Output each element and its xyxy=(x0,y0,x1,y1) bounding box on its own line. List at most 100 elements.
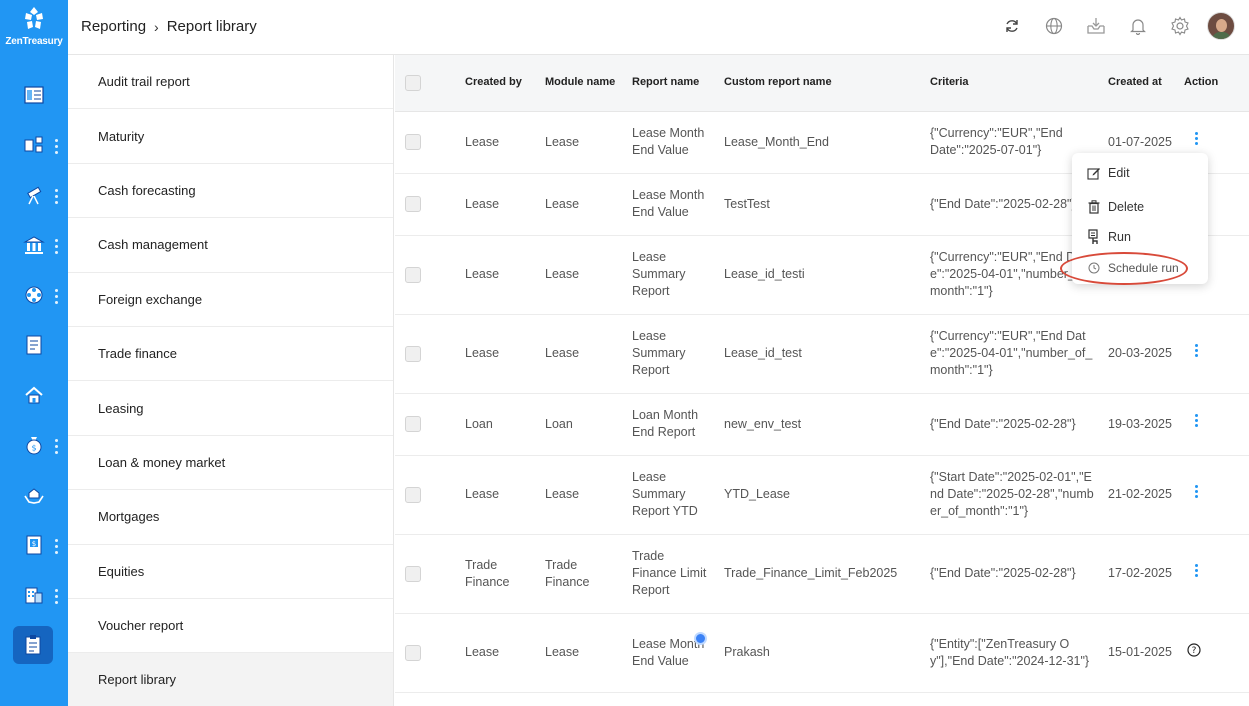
cell-custom-report-name: new_env_test xyxy=(718,393,924,456)
globe-icon[interactable] xyxy=(1043,15,1065,37)
table-row[interactable]: Lease Lease Lease Summary Report YTD YTD… xyxy=(395,455,1249,535)
menu-item-run-label: Run xyxy=(1108,230,1131,244)
inbox-download-icon[interactable] xyxy=(1085,15,1107,37)
refresh-icon[interactable] xyxy=(1001,15,1023,37)
cell-created-by: Lease xyxy=(453,314,539,394)
rail-expand-dots-icon[interactable] xyxy=(53,288,59,304)
menu-item-delete[interactable]: Delete xyxy=(1086,199,1144,215)
svg-text:$: $ xyxy=(32,540,36,548)
cell-created-at: 20-03-2025 xyxy=(1102,314,1178,394)
report-item-cash-forecasting[interactable]: Cash forecasting xyxy=(68,164,393,219)
menu-item-edit[interactable]: Edit xyxy=(1086,165,1130,181)
cell-created-at: 15-01-2025 xyxy=(1102,613,1178,693)
report-item-report-library[interactable]: Report library xyxy=(68,653,393,706)
rail-leasing-house-icon[interactable] xyxy=(14,377,54,413)
rail-loan-moneybag-icon[interactable]: $ xyxy=(14,427,54,463)
run-document-icon xyxy=(1086,229,1102,245)
cell-report-name: Lease Summary Report YTD xyxy=(626,455,718,535)
edit-pencil-icon xyxy=(1086,165,1102,181)
cell-created-by: Lease xyxy=(453,455,539,535)
rail-mortgage-hands-icon[interactable] xyxy=(14,477,54,513)
rail-expand-dots-icon[interactable] xyxy=(53,438,59,454)
breadcrumb-parent[interactable]: Reporting xyxy=(81,18,146,35)
bell-icon[interactable] xyxy=(1127,15,1149,37)
row-actions-kebab-icon[interactable] xyxy=(1190,343,1202,359)
table-row[interactable]: Lease Lease Lease Month End Value Prakas… xyxy=(395,613,1249,693)
svg-text:$: $ xyxy=(31,444,36,453)
report-item-maturity[interactable]: Maturity xyxy=(68,109,393,164)
brand[interactable]: ZenTreasury xyxy=(0,4,68,47)
cell-module-name: Lease xyxy=(539,111,626,174)
cell-created-at: 19-03-2025 xyxy=(1102,393,1178,456)
row-actions-kebab-icon[interactable] xyxy=(1190,484,1202,500)
rail-dashboard-icon[interactable] xyxy=(14,77,54,113)
rail-bank-icon[interactable] xyxy=(14,227,54,263)
row-actions-kebab-icon[interactable] xyxy=(1190,414,1202,429)
row-checkbox[interactable] xyxy=(405,345,421,362)
report-item-cash-management[interactable]: Cash management xyxy=(68,218,393,273)
row-actions-kebab-icon[interactable] xyxy=(1190,132,1202,147)
cell-created-at: 21-02-2025 xyxy=(1102,455,1178,535)
cell-report-name: Lease Month End Value xyxy=(626,111,718,174)
row-checkbox[interactable] xyxy=(405,134,421,150)
report-item-leasing[interactable]: Leasing xyxy=(68,381,393,436)
cell-report-name: Trade Finance Limit Report xyxy=(626,534,718,614)
cell-created-by: Lease xyxy=(453,613,539,693)
row-checkbox[interactable] xyxy=(405,486,421,503)
trash-icon xyxy=(1086,199,1102,215)
row-checkbox[interactable] xyxy=(405,196,421,212)
rail-expand-dots-icon[interactable] xyxy=(53,238,59,254)
rail-voucher-building-icon[interactable] xyxy=(14,577,54,613)
header-custom-report-name[interactable]: Custom report name xyxy=(718,55,924,112)
row-checkbox[interactable] xyxy=(405,266,421,283)
cell-custom-report-name: TestTest xyxy=(718,173,924,236)
row-actions-kebab-icon[interactable] xyxy=(1190,563,1202,579)
table-row[interactable]: Loan Loan Loan Month End Report new_env_… xyxy=(395,393,1249,456)
cell-action: ? xyxy=(1178,613,1249,693)
table-row[interactable]: Lease Lease Lease Summary Report Lease_i… xyxy=(395,314,1249,394)
select-all-checkbox[interactable] xyxy=(405,74,421,91)
report-item-loan-money-market[interactable]: Loan & money market xyxy=(68,436,393,491)
cell-created-by: Trade Finance xyxy=(453,534,539,614)
rail-expand-dots-icon[interactable] xyxy=(53,538,59,554)
report-item-equities[interactable]: Equities xyxy=(68,545,393,599)
cell-report-name: Lease Summary Report xyxy=(626,235,718,315)
report-item-foreign-exchange[interactable]: Foreign exchange xyxy=(68,273,393,327)
table-row[interactable]: Trade Finance Trade Finance Trade Financ… xyxy=(395,534,1249,614)
report-item-voucher-report[interactable]: Voucher report xyxy=(68,599,393,654)
rail-expand-dots-icon[interactable] xyxy=(53,188,59,204)
report-item-mortgages[interactable]: Mortgages xyxy=(68,490,393,545)
cell-criteria: {"End Date":"2025-02-28"} xyxy=(924,393,1102,456)
rail-foreign-exchange-icon[interactable] xyxy=(14,277,54,313)
report-item-audit-trail[interactable]: Audit trail report xyxy=(68,55,393,110)
rail-modules-icon[interactable] xyxy=(14,127,54,163)
row-checkbox[interactable] xyxy=(405,416,421,432)
rail-equities-book-icon[interactable]: $ xyxy=(14,527,54,563)
header-module-name[interactable]: Module name xyxy=(539,55,626,112)
cell-created-by: Lease xyxy=(453,235,539,315)
rail-expand-dots-icon[interactable] xyxy=(53,588,59,604)
rail-forecast-telescope-icon[interactable] xyxy=(14,177,54,213)
menu-item-run[interactable]: Run xyxy=(1086,229,1131,245)
user-avatar[interactable] xyxy=(1207,12,1235,40)
row-checkbox[interactable] xyxy=(405,565,421,582)
highlight-annotation-oval xyxy=(1060,252,1188,285)
row-checkbox[interactable] xyxy=(405,644,421,661)
header-created-at[interactable]: Created at xyxy=(1102,55,1178,112)
rail-reporting-clipboard-icon[interactable] xyxy=(13,626,53,664)
cell-module-name: Trade Finance xyxy=(539,534,626,614)
nav-rail: ZenTreasury $ $ xyxy=(0,0,68,706)
report-item-trade-finance[interactable]: Trade finance xyxy=(68,327,393,382)
cell-custom-report-name: YTD_Lease xyxy=(718,455,924,535)
header-criteria[interactable]: Criteria xyxy=(924,55,1102,112)
cell-custom-report-name: Prakash xyxy=(718,613,924,693)
help-question-icon[interactable]: ? xyxy=(1187,643,1201,657)
cell-custom-report-name: Lease_id_test xyxy=(718,314,924,394)
header-report-name[interactable]: Report name xyxy=(626,55,718,112)
cell-criteria: {"Entity":["ZenTreasury Oy"],"End Date":… xyxy=(924,613,1102,693)
header-created-by[interactable]: Created by xyxy=(453,55,539,112)
settings-gear-icon[interactable] xyxy=(1169,15,1191,37)
rail-expand-dots-icon[interactable] xyxy=(53,138,59,154)
rail-trade-document-icon[interactable] xyxy=(14,327,54,363)
cell-created-by: Lease xyxy=(453,111,539,174)
